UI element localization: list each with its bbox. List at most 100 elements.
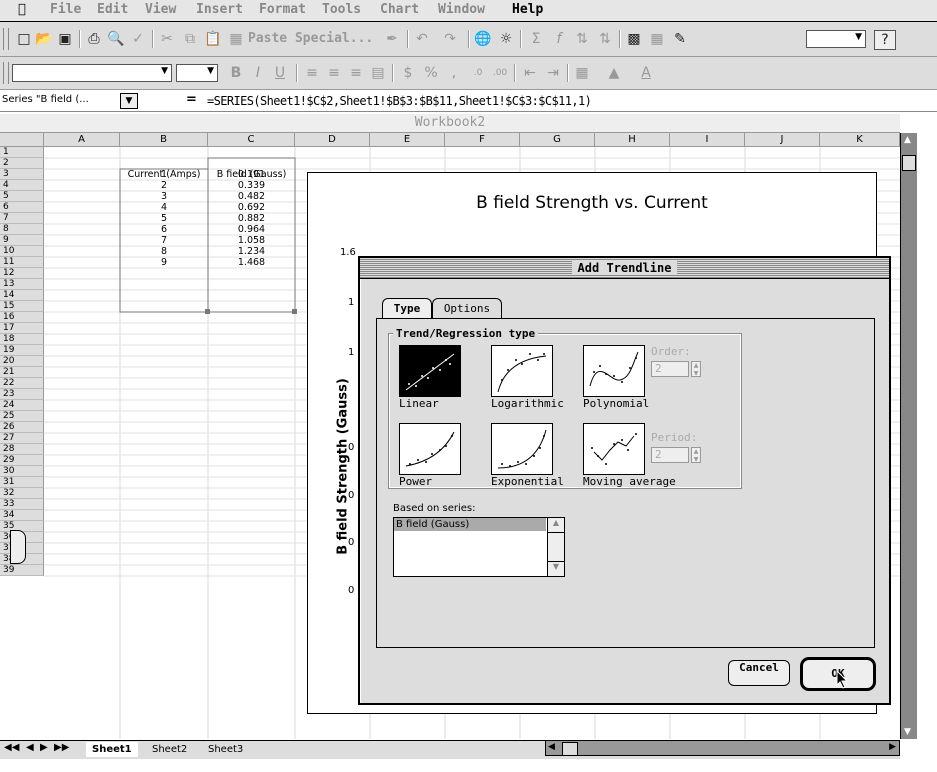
cell-current[interactable]: 7 [120, 235, 208, 246]
apple-menu-icon[interactable]:  [18, 2, 26, 17]
scroll-right-icon[interactable]: ▶ [889, 742, 896, 752]
row-header[interactable]: 19 [0, 345, 44, 356]
autosum-icon[interactable]: Σ [526, 30, 546, 48]
align-center-icon[interactable]: ≡ [324, 64, 344, 82]
row-header[interactable]: 7 [0, 213, 44, 224]
hyperlink-icon[interactable]: 🌐 [473, 30, 493, 48]
underline-icon[interactable]: U [270, 64, 290, 82]
sheet-tab[interactable]: Sheet2 [146, 742, 193, 757]
zoom-dropdown[interactable]: ▼ [806, 30, 866, 48]
column-header[interactable]: K [820, 133, 900, 147]
column-header[interactable]: C [208, 133, 295, 147]
series-listbox[interactable]: B field (Gauss) ▲ ▼ [393, 517, 565, 577]
scroll-thumb[interactable] [562, 742, 578, 756]
column-header[interactable]: A [44, 133, 120, 147]
spelling-icon[interactable]: ✓ [128, 30, 148, 48]
map-icon[interactable]: ▦ [647, 30, 667, 48]
toolbar-grip[interactable] [3, 62, 9, 84]
row-header[interactable]: 2 [0, 158, 44, 169]
polynomial-label[interactable]: Polynomial [583, 397, 649, 410]
cancel-button[interactable]: Cancel [728, 660, 790, 686]
row-header[interactable]: 9 [0, 235, 44, 246]
cell-bfield[interactable]: 1.468 [208, 257, 295, 268]
undo-icon[interactable]: ↶ [412, 30, 432, 48]
cell-bfield[interactable]: 0.482 [208, 191, 295, 202]
column-header[interactable]: J [745, 133, 820, 147]
row-header[interactable]: 26 [0, 422, 44, 433]
logarithmic-label[interactable]: Logarithmic [491, 397, 564, 410]
increase-decimal-icon[interactable]: .0 [468, 64, 488, 82]
series-list-item[interactable]: B field (Gauss) [394, 518, 546, 531]
format-painter-icon[interactable]: ▦ [226, 30, 246, 48]
name-box[interactable]: Series "B field (... [2, 94, 89, 105]
row-header[interactable]: 8 [0, 224, 44, 235]
column-header[interactable]: E [370, 133, 445, 147]
scroll-left-icon[interactable]: ◀ [548, 742, 555, 752]
cell-current[interactable]: 4 [120, 202, 208, 213]
menu-insert[interactable]: Insert [196, 2, 243, 17]
new-document-icon[interactable]: □ [14, 30, 34, 48]
split-handle[interactable] [10, 530, 26, 564]
chevron-down-icon[interactable]: ▼ [120, 93, 138, 109]
vertical-scrollbar[interactable]: ▲ ▼ [900, 133, 917, 739]
sort-ascending-icon[interactable]: ⇅ [572, 30, 592, 48]
paste-special-button[interactable]: Paste Special... [248, 31, 373, 46]
menu-edit[interactable]: Edit [97, 2, 128, 17]
row-header[interactable]: 32 [0, 488, 44, 499]
menu-file[interactable]: File [50, 2, 81, 17]
cut-icon[interactable]: ✂ [157, 30, 177, 48]
row-header[interactable]: 25 [0, 411, 44, 422]
copy-icon[interactable]: ⧉ [180, 30, 200, 48]
chart-title[interactable]: B field Strength vs. Current [308, 193, 876, 213]
bold-icon[interactable]: B [226, 64, 246, 82]
row-header[interactable]: 1 [0, 147, 44, 158]
linear-label[interactable]: Linear [399, 397, 439, 410]
menu-chart[interactable]: Chart [380, 2, 419, 17]
sort-descending-icon[interactable]: ⇅ [595, 30, 615, 48]
scroll-up-icon[interactable]: ▲ [904, 135, 911, 145]
print-preview-icon[interactable]: 🔍 [106, 30, 126, 48]
scroll-thumb[interactable] [902, 155, 916, 171]
row-header[interactable]: 24 [0, 400, 44, 411]
currency-icon[interactable]: $ [398, 64, 418, 82]
tab-options[interactable]: Options [432, 298, 502, 319]
row-header[interactable]: 15 [0, 301, 44, 312]
cell-current[interactable]: 3 [120, 191, 208, 202]
order-input[interactable]: 2 [651, 361, 689, 377]
power-type-option[interactable] [399, 423, 461, 475]
merge-center-icon[interactable]: ▤ [368, 64, 388, 82]
menu-tools[interactable]: Tools [322, 2, 361, 17]
percent-icon[interactable]: % [421, 64, 441, 82]
cell-current[interactable]: 5 [120, 213, 208, 224]
borders-icon[interactable]: ▦ [572, 64, 592, 82]
row-header[interactable]: 12 [0, 268, 44, 279]
cell-bfield[interactable]: 0.339 [208, 180, 295, 191]
cell-bfield[interactable]: 0.964 [208, 224, 295, 235]
order-stepper[interactable]: ▲ ▼ [691, 361, 701, 377]
cell-bfield[interactable]: 0.882 [208, 213, 295, 224]
moving-average-label[interactable]: Moving average [583, 475, 676, 488]
period-stepper[interactable]: ▲ ▼ [691, 447, 701, 463]
scroll-down-icon[interactable]: ▼ [548, 561, 564, 576]
first-sheet-icon[interactable]: ◀◀ [4, 742, 19, 753]
series-list-scrollbar[interactable]: ▲ ▼ [547, 518, 564, 576]
column-header[interactable]: H [595, 133, 670, 147]
row-header[interactable]: 21 [0, 367, 44, 378]
row-header[interactable]: 23 [0, 389, 44, 400]
row-header[interactable]: 14 [0, 290, 44, 301]
brush-icon[interactable]: ✒ [382, 30, 402, 48]
previous-sheet-icon[interactable]: ◀ [26, 742, 34, 753]
menu-view[interactable]: View [145, 2, 176, 17]
dialog-title-bar[interactable]: Add Trendline [360, 258, 889, 279]
fill-color-icon[interactable]: ▲ [604, 64, 624, 82]
sheet-tab[interactable]: Sheet1 [86, 742, 138, 757]
italic-icon[interactable]: I [248, 64, 268, 82]
row-header[interactable]: 6 [0, 202, 44, 213]
comma-style-icon[interactable]: , [444, 64, 464, 82]
tab-type[interactable]: Type [382, 298, 432, 319]
cell-current[interactable]: 8 [120, 246, 208, 257]
function-icon[interactable]: f [549, 30, 569, 48]
linear-type-option[interactable] [399, 345, 461, 397]
polynomial-type-option[interactable] [583, 345, 645, 397]
decrease-decimal-icon[interactable]: .00 [490, 64, 510, 82]
